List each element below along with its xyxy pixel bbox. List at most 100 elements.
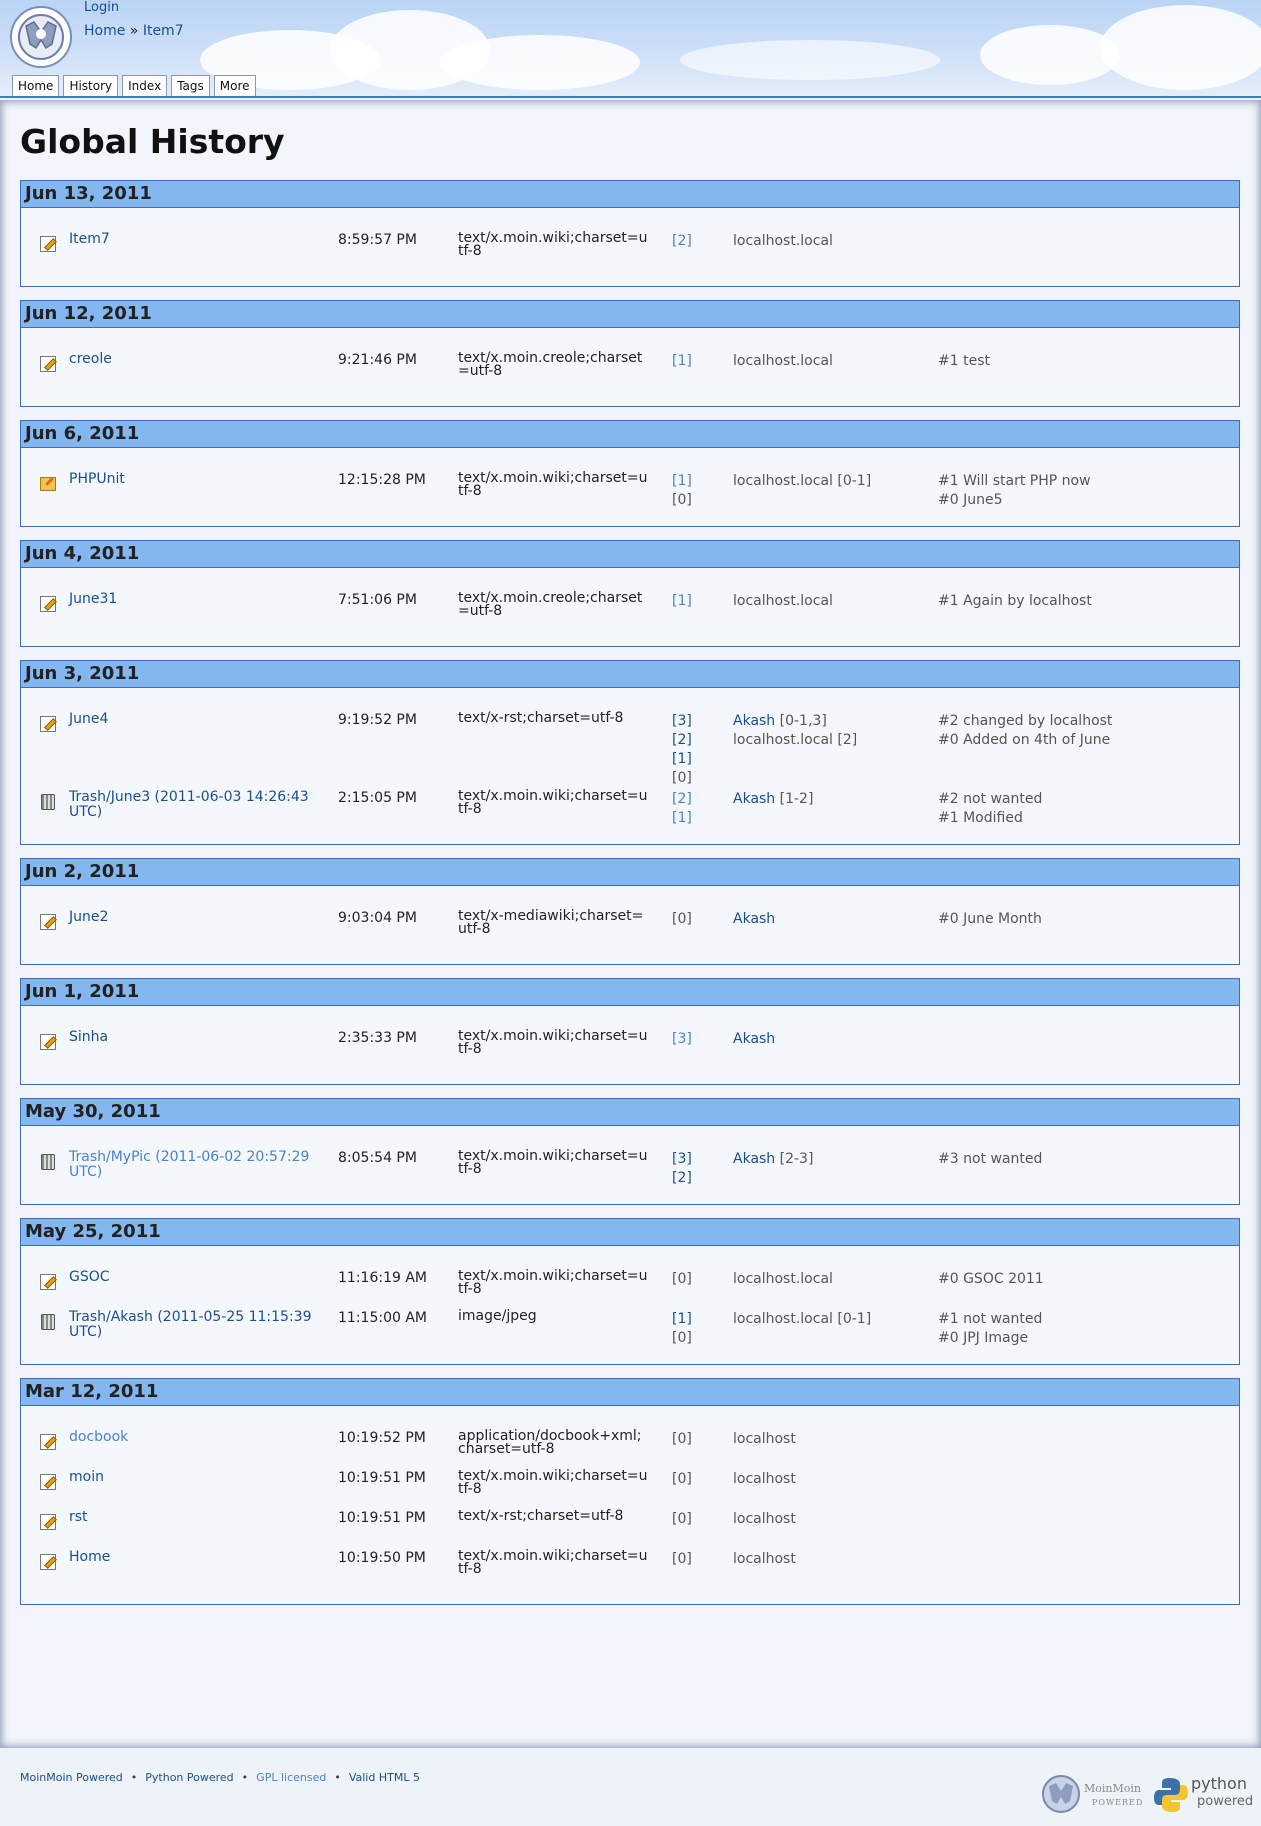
tab-index[interactable]: Index <box>122 75 168 98</box>
item-content-type: text/x.moin.wiki;charset=utf-8 <box>458 1148 648 1177</box>
trash-icon <box>40 1314 56 1330</box>
tab-home[interactable]: Home <box>12 75 60 98</box>
cloud-decoration <box>680 40 940 80</box>
footer-link-moinmoin[interactable]: MoinMoin Powered <box>20 1771 123 1784</box>
footer-link-python[interactable]: Python Powered <box>145 1771 233 1784</box>
item-name-link[interactable]: Item7 <box>69 232 319 247</box>
icon-glyph <box>40 356 56 372</box>
item-authors: localhost <box>733 1550 923 1569</box>
revision-link[interactable]: [1] <box>672 1310 712 1329</box>
item-name-link[interactable]: Home <box>69 1550 319 1565</box>
icon-glyph <box>40 236 56 252</box>
item-name-link[interactable]: Trash/MyPic (2011-06-02 20:57:29 UTC) <box>69 1150 319 1180</box>
history-day: May 25, 2011 GSOC 11:16:19 AM text/x.moin.w… <box>20 1218 1240 1365</box>
footer-link-gpl[interactable]: GPL licensed <box>256 1771 326 1784</box>
item-name-link[interactable]: June2 <box>69 910 319 925</box>
revision-link: [0] <box>672 1551 692 1567</box>
icon-glyph <box>40 1554 56 1570</box>
author-link[interactable]: Akash <box>733 791 775 807</box>
author-name: localhost <box>733 1511 796 1527</box>
history-day: Jun 3, 2011 June4 9:19:52 PM text/x-rst;cha… <box>20 660 1240 845</box>
item-content-type: text/x.moin.wiki;charset=utf-8 <box>458 470 648 499</box>
tab-more[interactable]: More <box>213 75 256 98</box>
item-comments: #1 not wanted #0 JPJ Image <box>938 1310 1238 1348</box>
author-link[interactable]: Akash <box>733 713 775 729</box>
item-name-link[interactable]: Trash/June3 (2011-06-03 14:26:43 UTC) <box>69 790 319 820</box>
edit-icon <box>40 716 56 732</box>
revision-link[interactable]: [1] <box>672 750 712 769</box>
revision-link[interactable]: [1] <box>672 592 712 611</box>
comment-text: #3 not wanted <box>938 1151 1043 1167</box>
item-name-link[interactable]: docbook <box>69 1430 319 1445</box>
item-name-link[interactable]: rst <box>69 1510 319 1525</box>
item-revisions: [1] <box>672 352 712 371</box>
comment-text: #0 June Month <box>938 911 1042 927</box>
history-day: Jun 4, 2011 June31 7:51:06 PM text/x.moin.c… <box>20 540 1240 647</box>
login-link[interactable]: Login <box>84 0 119 15</box>
comment-text: #0 JPJ Image <box>938 1330 1029 1346</box>
revision-link[interactable]: [1] <box>672 352 712 371</box>
author-link[interactable]: Akash <box>733 911 775 927</box>
item-name-link[interactable]: GSOC <box>69 1270 319 1285</box>
revision-link[interactable]: [3] <box>672 1030 712 1049</box>
moinmoin-powered-badge[interactable]: MoinMoin POWERED <box>1040 1772 1150 1816</box>
moinmoin-logo[interactable] <box>10 6 72 68</box>
revision-link[interactable]: [2] <box>672 731 712 750</box>
author-link[interactable]: Akash <box>733 1151 775 1167</box>
author-line: localhost <box>733 1430 923 1449</box>
revision-link: [0] <box>672 1330 692 1346</box>
breadcrumb-separator: » <box>129 23 139 39</box>
comment-text: #0 Added on 4th of June <box>938 732 1111 748</box>
author-line: localhost <box>733 1550 923 1569</box>
revision-link[interactable]: [3] <box>672 1150 712 1169</box>
author-line: Akash [0-1,3] <box>733 712 923 731</box>
tab-tags[interactable]: Tags <box>171 75 210 98</box>
item-authors: Akash <box>733 1030 923 1049</box>
item-comments: #2 changed by localhost #0 Added on 4th o… <box>938 712 1238 750</box>
revision-link: [0] <box>672 1471 692 1487</box>
item-authors: localhost.local <box>733 1270 923 1289</box>
item-revisions: [0] <box>672 1430 712 1449</box>
revision-link[interactable]: [2] <box>672 1169 712 1188</box>
author-line: Akash [1-2] <box>733 790 923 809</box>
history-day-date: Jun 6, 2011 <box>21 421 1239 448</box>
item-authors: localhost <box>733 1470 923 1489</box>
item-name-link[interactable]: Trash/Akash (2011-05-25 11:15:39 UTC) <box>69 1310 319 1340</box>
author-name: localhost.local [0-1] <box>733 473 872 489</box>
author-line: localhost <box>733 1470 923 1489</box>
item-comments: #0 June Month <box>938 910 1238 929</box>
icon-glyph <box>40 1274 56 1290</box>
item-name-link[interactable]: moin <box>69 1470 319 1485</box>
item-content-type: text/x.moin.wiki;charset=utf-8 <box>458 230 648 259</box>
item-time: 9:21:46 PM <box>338 352 417 368</box>
breadcrumb-current-link[interactable]: Item7 <box>143 23 184 39</box>
revision-link[interactable]: [3] <box>672 712 712 731</box>
comment-text: #2 not wanted <box>938 791 1043 807</box>
item-authors: localhost.local [0-1] <box>733 1310 923 1329</box>
edit-icon <box>40 356 56 372</box>
author-name: localhost.local <box>733 1271 833 1287</box>
item-name-link[interactable]: PHPUnit <box>69 472 319 487</box>
item-name-link[interactable]: creole <box>69 352 319 367</box>
item-content-type: text/x.moin.wiki;charset=utf-8 <box>458 788 648 817</box>
python-powered-badge[interactable]: python powered <box>1153 1774 1253 1816</box>
revision-link[interactable]: [1] <box>672 472 712 491</box>
revision-link[interactable]: [2] <box>672 232 712 251</box>
item-name-link[interactable]: June31 <box>69 592 319 607</box>
revision-link[interactable]: [2] <box>672 790 712 809</box>
footer-link-html5[interactable]: Valid HTML 5 <box>349 1771 420 1784</box>
item-name-link[interactable]: Sinha <box>69 1030 319 1045</box>
item-time: 8:05:54 PM <box>338 1150 417 1166</box>
item-name-link[interactable]: June4 <box>69 712 319 727</box>
header-divider <box>0 96 1261 98</box>
item-authors: localhost.local <box>733 352 923 371</box>
author-line: localhost.local <box>733 352 923 371</box>
history-day: Jun 1, 2011 Sinha 2:35:33 PM text/x.moin.wi… <box>20 978 1240 1085</box>
tab-history[interactable]: History <box>63 75 119 98</box>
author-link[interactable]: Akash <box>733 1031 775 1047</box>
revision-link[interactable]: [1] <box>672 809 712 828</box>
item-comments: #1 Again by localhost <box>938 592 1238 611</box>
item-content-type: text/x-mediawiki;charset=utf-8 <box>458 908 644 937</box>
item-content-type: text/x.moin.wiki;charset=utf-8 <box>458 1548 648 1577</box>
breadcrumb-home-link[interactable]: Home <box>84 23 125 39</box>
